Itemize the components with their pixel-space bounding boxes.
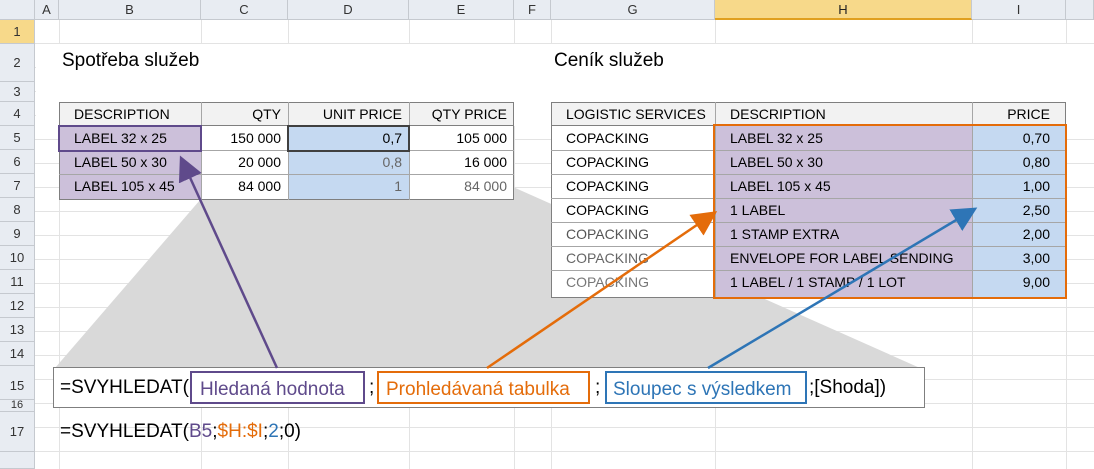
arrow-column-index (707, 207, 978, 370)
arrows-layer (178, 155, 978, 370)
arrow-lookup-value (178, 155, 279, 369)
arrow-table-array (486, 211, 718, 370)
